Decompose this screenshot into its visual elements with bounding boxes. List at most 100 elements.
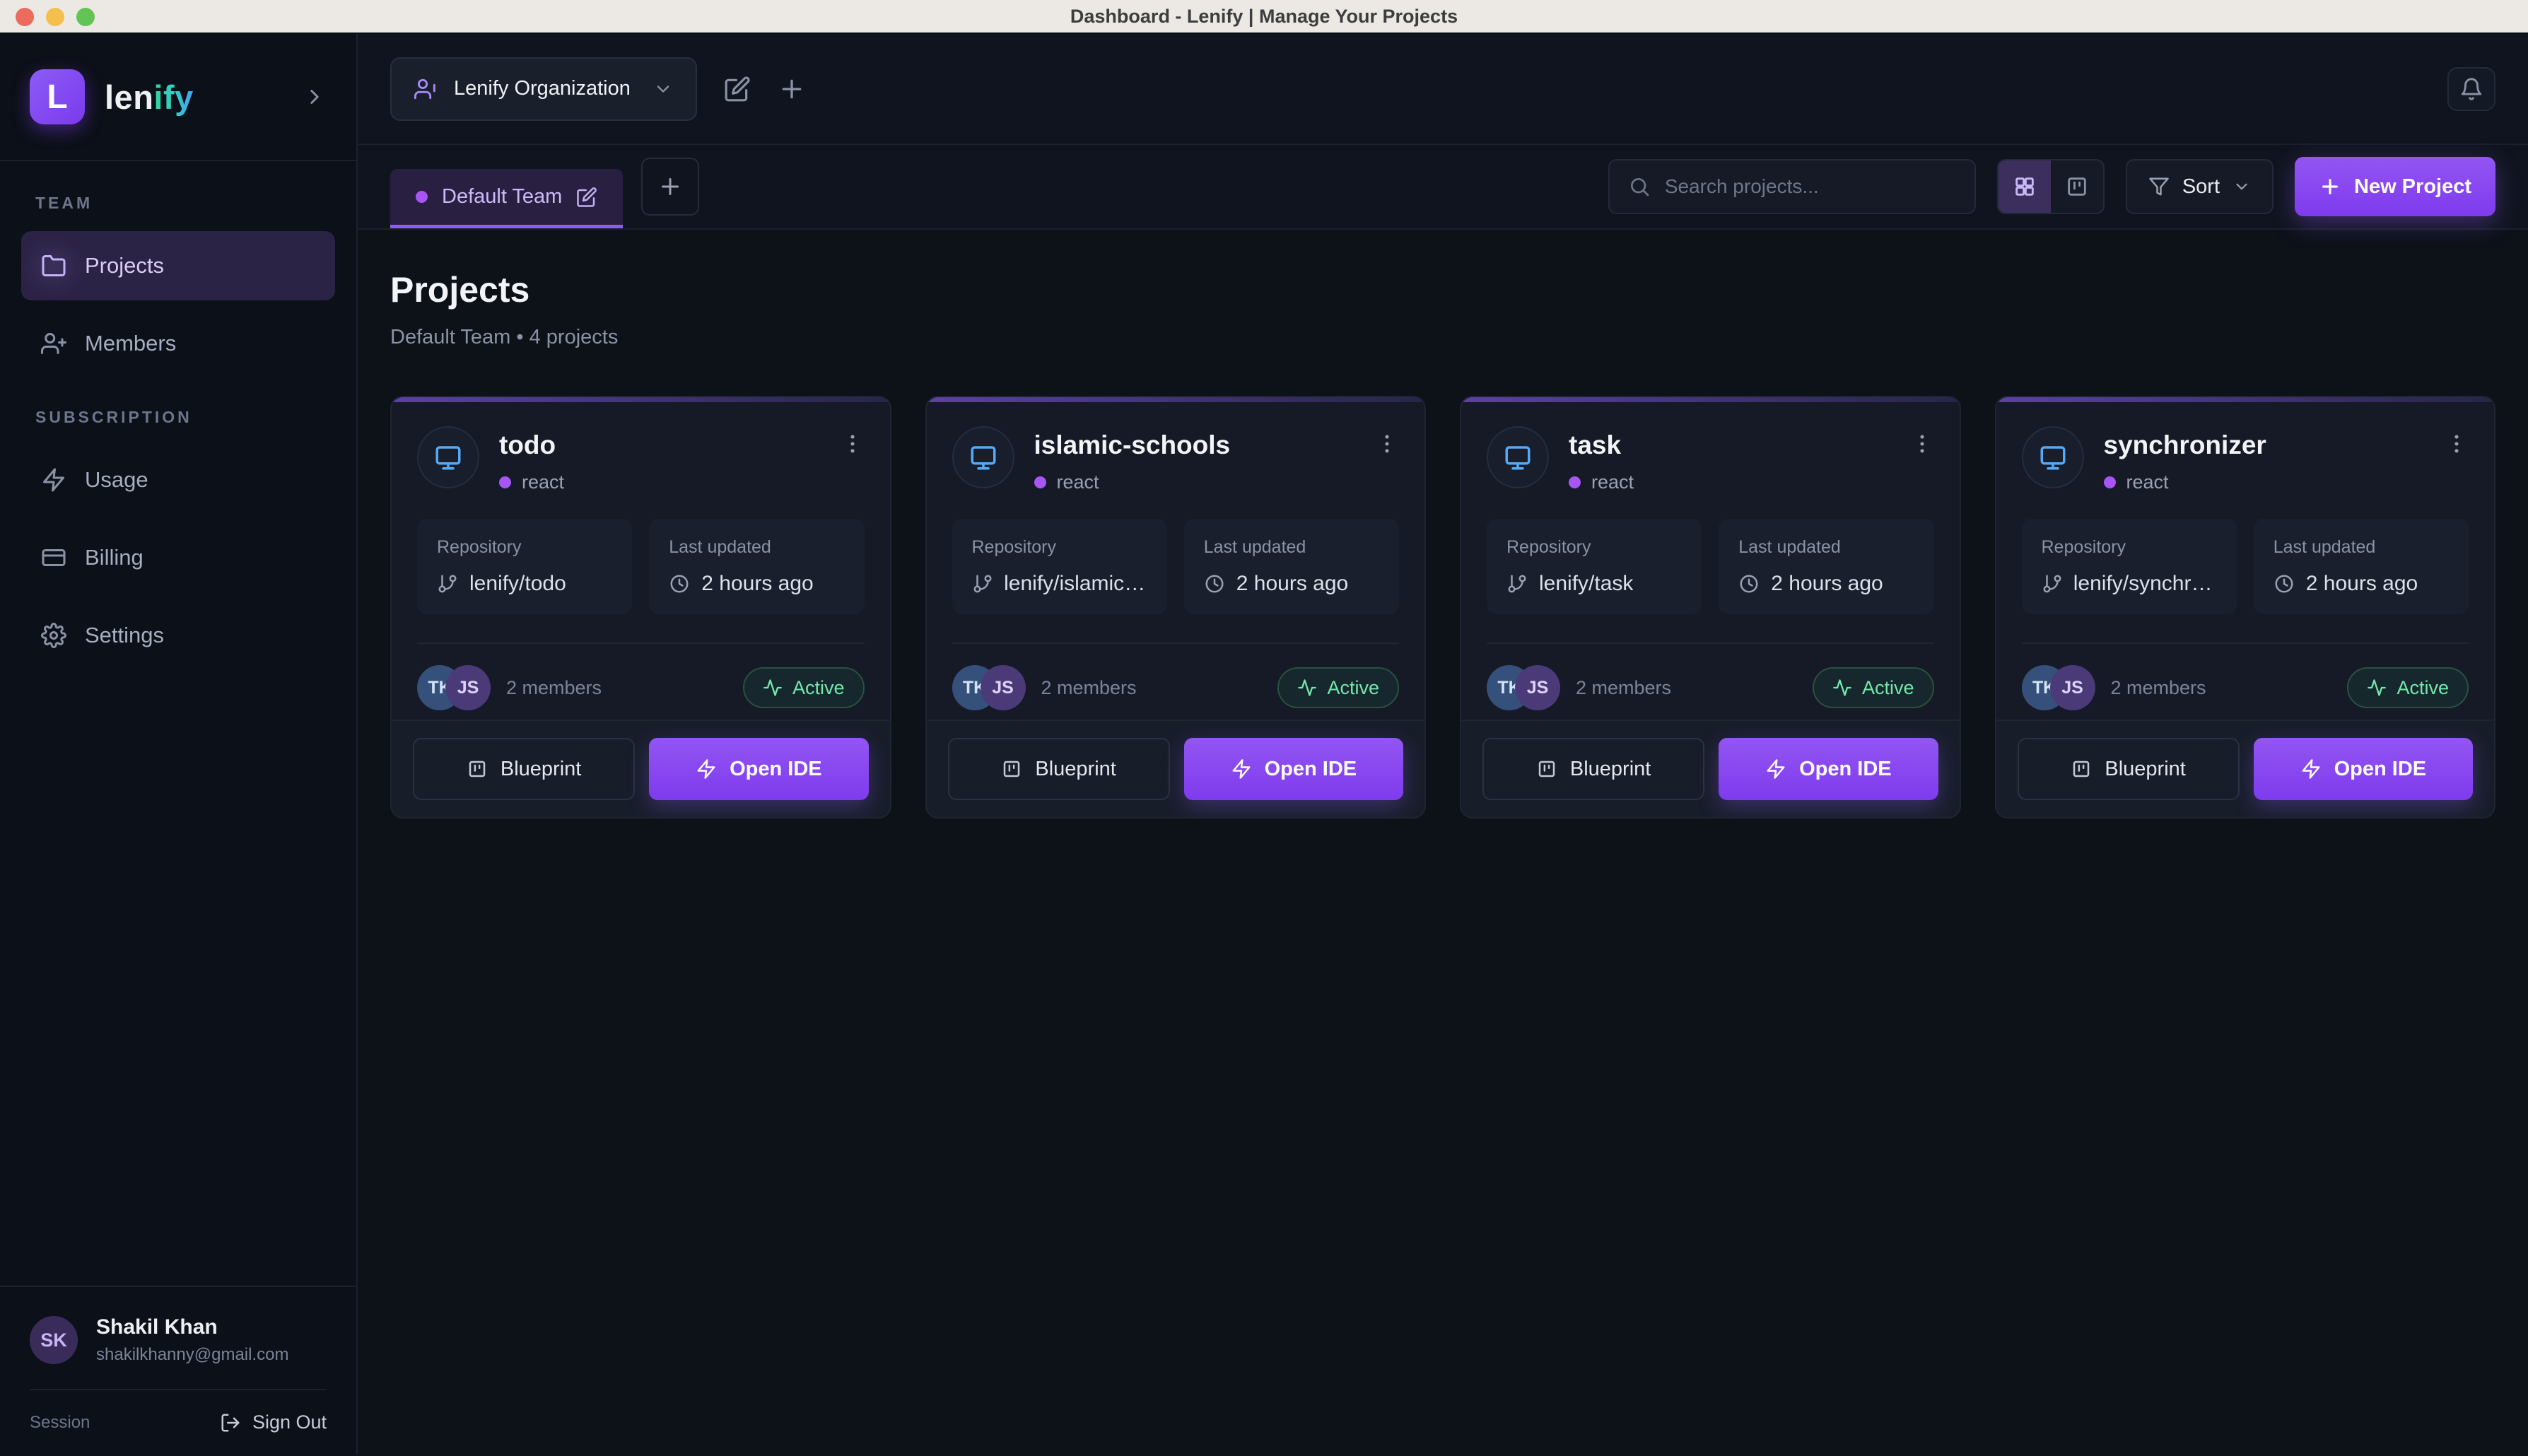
status-label: Active	[792, 677, 845, 699]
card-accent-strip	[927, 397, 1425, 402]
page-subtitle: Default Team • 4 projects	[390, 326, 2495, 349]
users-icon	[41, 331, 66, 356]
members-count: 2 members	[2111, 677, 2206, 699]
project-card: synchronizer react Repository	[1995, 396, 2496, 818]
zoom-window-button[interactable]	[76, 8, 95, 26]
sidebar-item-projects[interactable]: Projects	[21, 231, 335, 300]
sidebar-item-members[interactable]: Members	[21, 309, 335, 378]
kebab-menu-icon	[841, 432, 865, 456]
grid-view-button[interactable]	[1999, 160, 2051, 213]
blueprint-label: Blueprint	[1570, 758, 1651, 781]
card-divider	[952, 642, 1400, 644]
card-accent-strip	[392, 397, 890, 402]
repository-box: Repository lenify/todo	[417, 519, 632, 614]
search-input[interactable]	[1665, 175, 1956, 198]
notifications-button[interactable]	[2447, 67, 2495, 111]
edit-pencil-icon	[724, 76, 751, 102]
open-ide-button[interactable]: Open IDE	[1184, 738, 1403, 800]
last-updated-label: Last updated	[669, 537, 844, 558]
member-avatars: TK JS	[952, 665, 1026, 710]
clock-icon	[669, 573, 690, 594]
member-avatars: TK JS	[1487, 665, 1560, 710]
minimize-window-button[interactable]	[46, 8, 64, 26]
project-name: todo	[499, 430, 564, 460]
edit-team-icon[interactable]	[576, 187, 597, 208]
framework-dot	[1569, 476, 1581, 488]
brand-name: lenify	[105, 78, 194, 117]
grid-icon	[2013, 175, 2037, 199]
project-menu-button[interactable]	[841, 426, 865, 456]
git-branch-icon	[2042, 573, 2062, 594]
card-footer: Blueprint Open IDE	[392, 720, 890, 817]
tab-default-team[interactable]: Default Team	[390, 169, 623, 228]
add-team-button[interactable]	[641, 158, 699, 216]
framework-label: react	[522, 471, 564, 493]
project-monitor-icon	[1487, 426, 1549, 488]
open-ide-button[interactable]: Open IDE	[2254, 738, 2473, 800]
new-project-label: New Project	[2354, 175, 2471, 199]
blueprint-button[interactable]: Blueprint	[1482, 738, 1704, 800]
org-switcher-button[interactable]: Lenify Organization	[390, 57, 697, 121]
status-badge: Active	[743, 667, 865, 708]
team-dot	[416, 191, 428, 203]
git-branch-icon	[972, 573, 993, 594]
card-footer: Blueprint Open IDE	[1996, 720, 2495, 817]
framework-label: react	[2126, 471, 2169, 493]
plus-icon	[2319, 175, 2341, 198]
repository-value: lenify/islamic-...	[1004, 572, 1147, 596]
sidebar-collapse-chevron-right-icon[interactable]	[303, 85, 327, 109]
card-divider	[417, 642, 865, 644]
blueprint-button[interactable]: Blueprint	[2018, 738, 2240, 800]
plus-icon	[657, 174, 683, 199]
chevron-down-icon	[653, 79, 673, 99]
last-updated-label: Last updated	[1738, 537, 1914, 558]
project-menu-button[interactable]	[1375, 426, 1399, 456]
repository-box: Repository lenify/task	[1487, 519, 1702, 614]
activity-pulse-icon	[1297, 678, 1317, 698]
blueprint-board-icon	[467, 758, 488, 780]
sidebar-item-label: Billing	[85, 545, 144, 570]
clock-icon	[2274, 573, 2295, 594]
project-name: synchronizer	[2104, 430, 2266, 460]
sort-button[interactable]: Sort	[2126, 159, 2274, 214]
gear-icon	[41, 623, 66, 648]
activity-pulse-icon	[2367, 678, 2387, 698]
blueprint-button[interactable]: Blueprint	[413, 738, 635, 800]
blueprint-button[interactable]: Blueprint	[948, 738, 1170, 800]
blueprint-label: Blueprint	[1035, 758, 1116, 781]
new-project-button[interactable]: New Project	[2295, 157, 2495, 216]
kanban-board-icon	[2065, 175, 2089, 199]
git-branch-icon	[1506, 573, 1528, 594]
members-count: 2 members	[506, 677, 602, 699]
filter-funnel-icon	[2148, 176, 2170, 197]
project-menu-button[interactable]	[1910, 426, 1934, 456]
clock-icon	[1738, 573, 1760, 594]
repository-box: Repository lenify/islamic-...	[952, 519, 1167, 614]
sidebar-item-settings[interactable]: Settings	[21, 601, 335, 670]
repository-label: Repository	[437, 537, 612, 558]
sidebar-item-usage[interactable]: Usage	[21, 445, 335, 515]
chevron-down-icon	[2233, 177, 2251, 196]
repository-label: Repository	[972, 537, 1147, 558]
open-ide-button[interactable]: Open IDE	[649, 738, 868, 800]
sidebar: L lenify TEAM Projects Members SUBSCRIPT…	[0, 34, 358, 1455]
sidebar-item-billing[interactable]: Billing	[21, 523, 335, 592]
open-ide-button[interactable]: Open IDE	[1719, 738, 1938, 800]
repository-value: lenify/task	[1539, 572, 1633, 596]
nav-section-team: TEAM	[35, 194, 321, 213]
last-updated-box: Last updated 2 hours ago	[1719, 519, 1933, 614]
project-monitor-icon	[2022, 426, 2084, 488]
board-view-button[interactable]	[2051, 160, 2103, 213]
add-org-button[interactable]	[778, 75, 806, 103]
kebab-menu-icon	[2445, 432, 2469, 456]
page-title: Projects	[390, 269, 2495, 310]
sign-out-button[interactable]: Sign Out	[220, 1411, 327, 1433]
project-menu-button[interactable]	[2445, 426, 2469, 456]
blueprint-label: Blueprint	[501, 758, 581, 781]
card-accent-strip	[1461, 397, 1960, 402]
last-updated-box: Last updated 2 hours ago	[2254, 519, 2469, 614]
card-footer: Blueprint Open IDE	[927, 720, 1425, 817]
framework-dot	[499, 476, 511, 488]
close-window-button[interactable]	[16, 8, 34, 26]
edit-org-button[interactable]	[724, 76, 751, 102]
